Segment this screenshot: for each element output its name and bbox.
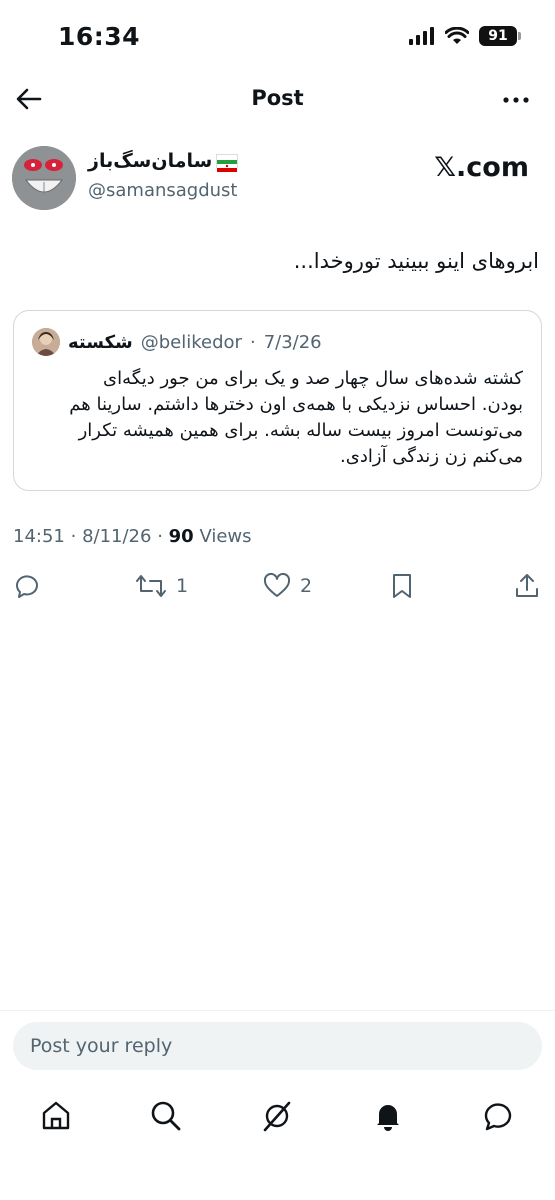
post-text: ابروهای اینو ببینید توروخدا... (293, 249, 539, 273)
quoted-post-text: کشته شده‌های سال چهار صد و یک برای من جو… (32, 366, 523, 470)
battery-level: 91 (488, 28, 508, 44)
bell-icon (377, 1105, 399, 1131)
quoted-date: 7/3/26 (263, 331, 322, 353)
signal-icon (409, 27, 434, 45)
nav-grok[interactable] (257, 1094, 297, 1138)
retweet-count: 1 (176, 575, 189, 597)
author-display-name: سامان‌سگ‌باز (88, 150, 213, 172)
post-author: سامان‌سگ‌باز @samansagdust 𝕏.com (12, 146, 543, 212)
post-header: Post (0, 72, 555, 128)
home-icon (42, 1101, 70, 1130)
post-time: 14:51 (13, 526, 65, 547)
post-actions: 1 2 (0, 568, 555, 608)
iran-flag-icon (216, 154, 239, 172)
reply-input[interactable]: Post your reply (13, 1022, 542, 1070)
like-button[interactable]: 2 (262, 568, 312, 604)
share-button[interactable] (512, 568, 542, 604)
page-title: Post (251, 86, 304, 110)
retweet-icon (136, 575, 166, 597)
x-logo: 𝕏.com (434, 152, 529, 183)
quoted-text-line: کشته شده‌های سال چهار صد و یک برای من جو… (103, 368, 523, 389)
reply-placeholder: Post your reply (30, 1035, 173, 1057)
quoted-avatar (32, 328, 60, 356)
quoted-post-header: شکسته @belikedor · 7/3/26 (32, 327, 523, 357)
search-icon (151, 1101, 181, 1131)
nav-home[interactable] (36, 1094, 76, 1138)
grok-icon (263, 1101, 291, 1132)
quoted-author-handle: @belikedor (140, 331, 242, 353)
views-count: 90 (168, 526, 194, 547)
nav-search[interactable] (146, 1094, 186, 1138)
post-meta: 14:51 · 8/11/26 · 90 Views (13, 526, 252, 547)
like-count: 2 (300, 575, 313, 597)
status-time: 16:34 (58, 22, 141, 51)
author-handle[interactable]: @samansagdust (88, 180, 237, 201)
quoted-text-line: می‌کنم زن زندگی آزادی. (340, 446, 523, 467)
status-bar: 16:34 91 (0, 0, 555, 70)
meta-separator: · (70, 526, 83, 547)
retweet-button[interactable]: 1 (134, 568, 188, 604)
divider (0, 1010, 555, 1011)
nav-messages[interactable] (478, 1094, 518, 1138)
bottom-navigation (0, 1094, 555, 1144)
avatar[interactable] (12, 146, 76, 210)
avatar-image (12, 146, 76, 210)
post-date: 8/11/26 (82, 526, 152, 547)
quoted-text-line: می‌تونست امروز بیست ساله بشه. برای همین … (78, 420, 523, 441)
quoted-author-name: شکسته (68, 331, 133, 353)
bookmark-button[interactable] (388, 568, 416, 604)
quoted-post[interactable]: شکسته @belikedor · 7/3/26 کشته شده‌های س… (13, 310, 542, 491)
more-horizontal-icon[interactable] (501, 88, 531, 112)
quoted-separator: · (249, 331, 256, 353)
share-icon (516, 574, 538, 597)
reply-button[interactable] (12, 568, 42, 604)
views-label: Views (199, 526, 252, 547)
heart-icon (263, 572, 291, 597)
meta-separator: · (157, 526, 169, 547)
messages-icon (484, 1103, 512, 1131)
bookmark-icon (393, 574, 411, 598)
wifi-icon (445, 27, 469, 44)
quoted-text-line: بودن. احساس نزدیکی با همه‌ی اون دخترها د… (69, 394, 523, 415)
comment-icon (16, 575, 38, 598)
author-name[interactable]: سامان‌سگ‌باز (88, 150, 239, 172)
battery-indicator: 91 (479, 26, 521, 46)
nav-notifications[interactable] (368, 1094, 408, 1138)
status-icons: 91 (409, 26, 521, 46)
